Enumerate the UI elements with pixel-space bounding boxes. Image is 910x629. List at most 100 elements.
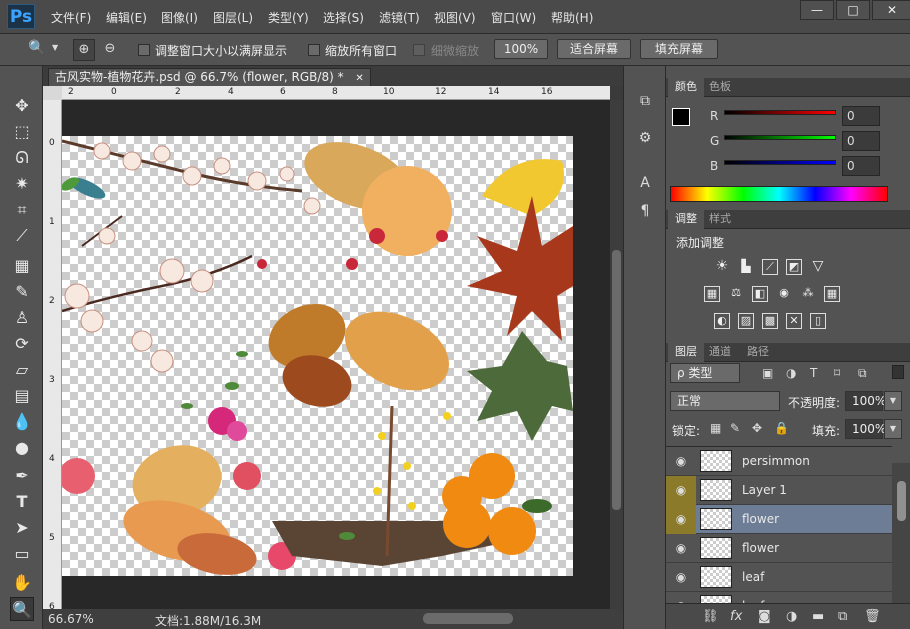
eraser-tool-icon[interactable]: ▱ <box>10 358 34 382</box>
eye-icon[interactable]: ◉ <box>674 454 688 468</box>
fill-input[interactable]: 100% <box>845 419 886 439</box>
crop-tool-icon[interactable]: ⌗ <box>10 198 34 222</box>
filter-smart-object-icon[interactable]: ⧉ <box>858 366 867 381</box>
threshold-icon[interactable]: ▩ <box>762 313 778 329</box>
photo-filter-icon[interactable]: ◉ <box>776 286 792 302</box>
zoom-in-icon[interactable]: ⊕ <box>73 39 95 61</box>
menu-select[interactable]: 选择(S) <box>323 9 364 26</box>
opacity-input[interactable]: 100% <box>845 391 886 411</box>
menu-type[interactable]: 类型(Y) <box>268 9 309 26</box>
red-value[interactable]: 0 <box>842 106 880 126</box>
blue-value[interactable]: 0 <box>842 156 880 176</box>
group-icon[interactable]: ▬ <box>812 609 824 624</box>
levels-icon[interactable]: ▙ <box>738 259 754 275</box>
filter-pixel-icon[interactable]: ▣ <box>762 366 773 380</box>
mask-icon[interactable]: ◙ <box>758 609 771 624</box>
layer-row[interactable]: ◉ flower <box>666 534 892 563</box>
fx-icon[interactable]: fx <box>730 609 742 624</box>
lock-transparent-icon[interactable]: ▦ <box>710 421 721 435</box>
dodge-tool-icon[interactable]: ● <box>10 436 34 460</box>
vertical-scroll-thumb[interactable] <box>612 250 621 510</box>
foreground-color-swatch[interactable] <box>672 108 690 126</box>
blue-slider[interactable] <box>724 160 836 165</box>
green-slider[interactable] <box>724 135 836 140</box>
eyedropper-tool-icon[interactable]: ⟋ <box>10 224 34 248</box>
curves-icon[interactable]: ⟋ <box>762 259 778 275</box>
fit-window-checkbox[interactable] <box>138 44 150 56</box>
fill-dropdown-icon[interactable]: ▼ <box>884 419 902 439</box>
menu-view[interactable]: 视图(V) <box>434 9 476 26</box>
healing-brush-tool-icon[interactable]: ▦ <box>10 254 34 278</box>
pen-tool-icon[interactable]: ✒ <box>10 464 34 488</box>
fit-screen-button[interactable]: 适合屏幕 <box>557 39 631 59</box>
menu-layer[interactable]: 图层(L) <box>213 9 253 26</box>
history-panel-icon[interactable]: ⧉ <box>635 91 655 111</box>
tab-styles[interactable]: 样式 <box>702 210 738 229</box>
brush-tool-icon[interactable]: ✎ <box>10 280 34 304</box>
clone-stamp-tool-icon[interactable]: ♙ <box>10 306 34 330</box>
lock-brush-icon[interactable]: ✎ <box>730 421 740 435</box>
magic-wand-tool-icon[interactable]: ✷ <box>10 172 34 196</box>
layer-row[interactable]: ◉ leaf <box>666 563 892 592</box>
link-icon[interactable]: ⛓ <box>702 609 719 624</box>
zoom-all-checkbox[interactable] <box>308 44 320 56</box>
layers-scroll-thumb[interactable] <box>897 481 906 521</box>
filter-type-icon[interactable]: T <box>810 366 817 380</box>
zoom-tool-preset-icon[interactable]: 🔍 <box>28 40 45 56</box>
tab-paths[interactable]: 路径 <box>740 343 776 362</box>
lock-position-icon[interactable]: ✥ <box>752 421 762 435</box>
vibrance-icon[interactable]: ▽ <box>810 259 826 275</box>
filter-shape-icon[interactable]: ⌑ <box>834 366 840 380</box>
history-brush-tool-icon[interactable]: ⟳ <box>10 332 34 356</box>
menu-edit[interactable]: 编辑(E) <box>106 9 147 26</box>
blur-tool-icon[interactable]: 💧 <box>10 410 34 434</box>
invert-icon[interactable]: ◐ <box>714 313 730 329</box>
filter-adjustment-icon[interactable]: ◑ <box>786 366 796 380</box>
gradient-tool-icon[interactable]: ▤ <box>10 384 34 408</box>
zoom-100-button[interactable]: 100% <box>494 39 548 59</box>
layers-scrollbar[interactable] <box>892 463 910 603</box>
black-white-icon[interactable]: ◧ <box>752 286 768 302</box>
selective-color-icon[interactable]: ✕ <box>786 313 802 329</box>
posterize-icon[interactable]: ▨ <box>738 313 754 329</box>
fill-screen-button[interactable]: 填充屏幕 <box>640 39 718 59</box>
layer-filter-dropdown[interactable]: ρ 类型 <box>670 363 740 383</box>
green-value[interactable]: 0 <box>842 131 880 151</box>
document-tab[interactable]: 古风实物-植物花卉.psd @ 66.7% (flower, RGB/8) * … <box>48 68 371 86</box>
properties-panel-icon[interactable]: ⚙ <box>635 128 655 148</box>
maximize-button[interactable]: □ <box>836 0 870 20</box>
layer-row[interactable]: ◉ Layer 1 <box>666 476 892 505</box>
zoom-level[interactable]: 66.67% <box>48 612 94 626</box>
color-spectrum-bar[interactable] <box>670 186 888 202</box>
menu-help[interactable]: 帮助(H) <box>551 9 593 26</box>
tab-color[interactable]: 颜色 <box>668 78 704 97</box>
paragraph-panel-icon[interactable]: ¶ <box>635 201 655 221</box>
tab-swatches[interactable]: 色板 <box>702 78 738 97</box>
tab-adjustments[interactable]: 调整 <box>668 210 704 229</box>
new-layer-icon[interactable]: ⧉ <box>838 609 847 624</box>
red-slider[interactable] <box>724 110 836 115</box>
minimize-button[interactable]: — <box>800 0 834 20</box>
blend-mode-dropdown[interactable]: 正常 <box>670 391 780 411</box>
color-balance-icon[interactable]: ⚖ <box>728 286 744 302</box>
color-lookup-icon[interactable]: ▦ <box>824 286 840 302</box>
layer-row[interactable]: ◉ persimmon <box>666 447 892 476</box>
menu-image[interactable]: 图像(I) <box>161 9 198 26</box>
eye-icon[interactable]: ◉ <box>674 483 688 497</box>
type-tool-icon[interactable]: T <box>10 490 34 514</box>
tab-channels[interactable]: 通道 <box>702 343 738 362</box>
menu-file[interactable]: 文件(F) <box>51 9 91 26</box>
document-canvas[interactable] <box>62 136 573 576</box>
lock-all-icon[interactable]: 🔒 <box>774 421 789 435</box>
menu-window[interactable]: 窗口(W) <box>491 9 536 26</box>
eye-icon[interactable]: ◉ <box>674 570 688 584</box>
exposure-icon[interactable]: ◩ <box>786 259 802 275</box>
channel-mixer-icon[interactable]: ⁂ <box>800 286 816 302</box>
zoom-out-icon[interactable]: ⊖ <box>99 39 121 61</box>
filter-toggle[interactable] <box>892 365 904 379</box>
close-button[interactable]: ✕ <box>872 0 910 20</box>
character-panel-icon[interactable]: A <box>635 173 655 193</box>
chevron-down-icon[interactable]: ▼ <box>52 43 58 52</box>
gradient-map-icon[interactable]: ▯ <box>810 313 826 329</box>
move-tool-icon[interactable]: ✥ <box>10 94 34 118</box>
